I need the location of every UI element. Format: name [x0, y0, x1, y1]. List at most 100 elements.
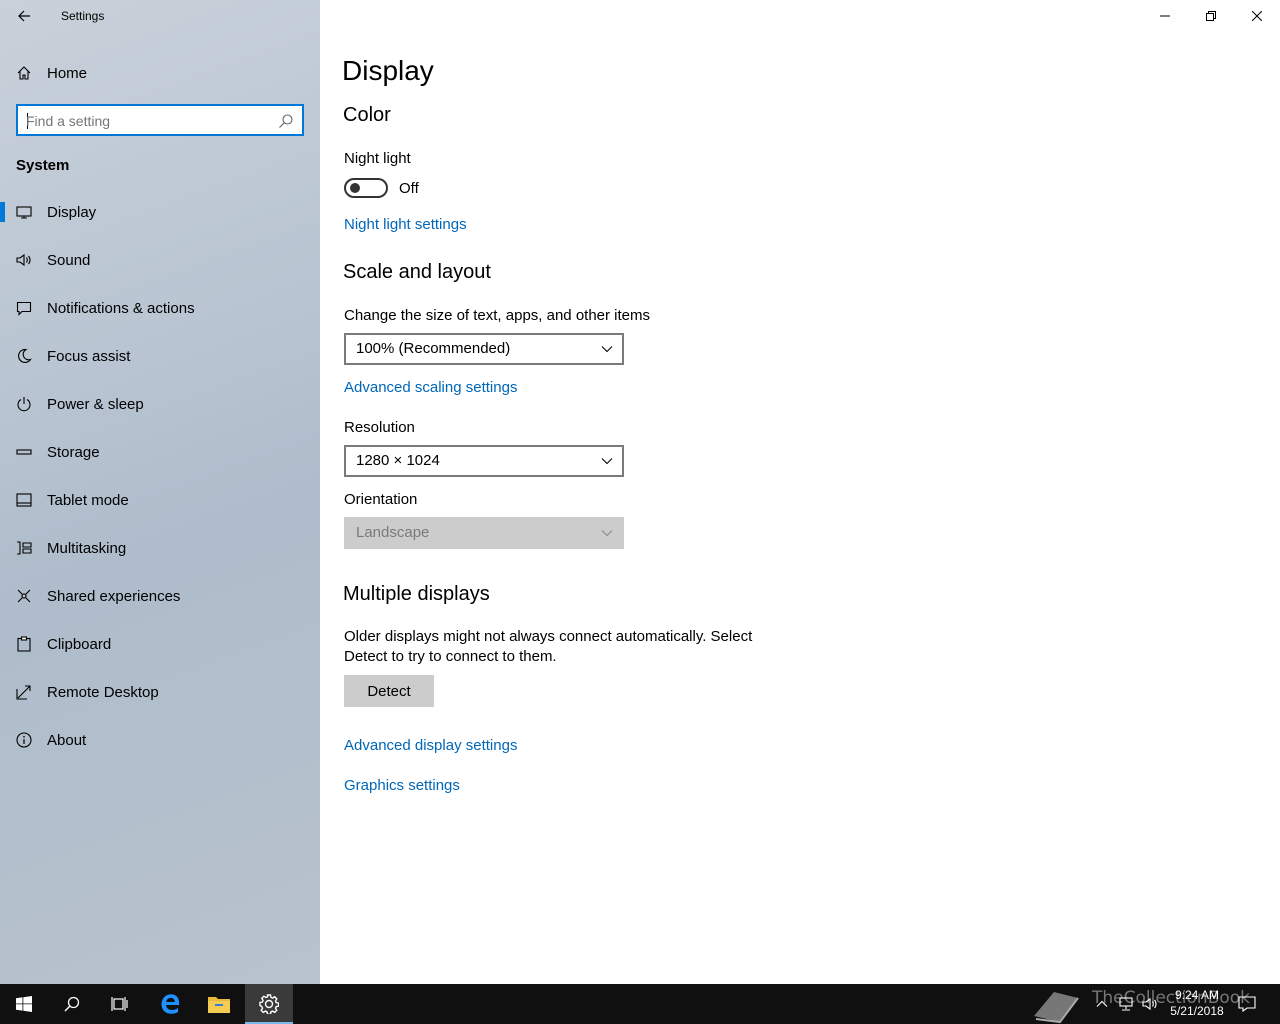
- resolution-label: Resolution: [344, 419, 415, 436]
- sidebar-item-sound[interactable]: Sound: [0, 236, 320, 284]
- sidebar-item-label: Display: [47, 203, 97, 221]
- action-center-icon: [1238, 996, 1256, 1013]
- book-watermark-icon: [1034, 992, 1079, 1024]
- sidebar-item-display[interactable]: Display: [0, 188, 320, 236]
- search-input[interactable]: [26, 111, 276, 131]
- sidebar-item-label: Power & sleep: [47, 395, 144, 413]
- orientation-dropdown: Landscape: [344, 517, 624, 549]
- moon-icon: [16, 348, 32, 364]
- volume-icon: [1142, 997, 1157, 1011]
- sidebar-item-label: Sound: [47, 251, 91, 269]
- clock-date: 5/21/2018: [1170, 1004, 1224, 1018]
- night-light-label: Night light: [344, 150, 411, 167]
- chevron-down-icon: [601, 346, 613, 353]
- sidebar-item-power-sleep[interactable]: Power & sleep: [0, 380, 320, 428]
- titlebar-left: Settings: [0, 0, 320, 32]
- page-title: Display: [342, 55, 434, 86]
- scale-value: 100% (Recommended): [356, 340, 511, 357]
- taskbar-search-button[interactable]: [48, 984, 96, 1024]
- section-heading-color: Color: [343, 104, 391, 126]
- sidebar-item-focus-assist[interactable]: Focus assist: [0, 332, 320, 380]
- sidebar-item-clipboard[interactable]: Clipboard: [0, 620, 320, 668]
- settings-app-button[interactable]: [245, 984, 293, 1024]
- home-icon: [16, 65, 32, 81]
- advanced-scaling-link[interactable]: Advanced scaling settings: [344, 379, 517, 396]
- file-explorer-button[interactable]: [195, 984, 243, 1024]
- clipboard-icon: [16, 636, 32, 652]
- toggle-knob: [350, 183, 360, 193]
- task-view-button[interactable]: [96, 984, 144, 1024]
- home-nav-item[interactable]: Home: [0, 56, 320, 90]
- sidebar-item-label: Remote Desktop: [47, 683, 159, 701]
- section-heading-system: System: [16, 157, 70, 174]
- sidebar-item-remote-desktop[interactable]: Remote Desktop: [0, 668, 320, 716]
- back-arrow-icon: [18, 10, 30, 22]
- resolution-dropdown[interactable]: 1280 × 1024: [344, 445, 624, 477]
- search-icon[interactable]: [278, 113, 294, 129]
- edge-icon: [161, 994, 180, 1014]
- sidebar-item-label: Focus assist: [47, 347, 131, 365]
- shared-experiences-icon: [16, 588, 32, 604]
- minimize-icon: [1160, 15, 1170, 17]
- edge-app-button[interactable]: [146, 984, 194, 1024]
- system-nav: Display Sound Notifications & actions Fo…: [0, 188, 320, 764]
- settings-gear-icon: [259, 994, 279, 1014]
- home-label: Home: [47, 64, 88, 82]
- scale-dropdown[interactable]: 100% (Recommended): [344, 333, 624, 365]
- minimize-button[interactable]: [1142, 0, 1188, 32]
- notifications-icon: [16, 300, 32, 316]
- sidebar-item-shared-experiences[interactable]: Shared experiences: [0, 572, 320, 620]
- sidebar-item-label: Storage: [47, 443, 100, 461]
- sidebar-item-tablet-mode[interactable]: Tablet mode: [0, 476, 320, 524]
- sidebar-item-label: Tablet mode: [47, 491, 129, 509]
- volume-button[interactable]: [1142, 996, 1158, 1012]
- display-icon: [16, 204, 32, 220]
- sidebar-item-multitasking[interactable]: Multitasking: [0, 524, 320, 572]
- network-button[interactable]: [1118, 996, 1134, 1012]
- orientation-value: Landscape: [356, 524, 430, 541]
- app-title: Settings: [61, 9, 105, 23]
- back-button[interactable]: [8, 2, 40, 30]
- search-icon: [64, 996, 80, 1012]
- storage-icon: [16, 444, 32, 460]
- sidebar-item-label: Shared experiences: [47, 587, 181, 605]
- resolution-value: 1280 × 1024: [356, 452, 440, 469]
- restore-icon: [1206, 11, 1216, 21]
- night-light-state: Off: [399, 180, 419, 197]
- night-light-toggle[interactable]: [344, 178, 388, 198]
- restore-button[interactable]: [1188, 0, 1234, 32]
- sidebar-item-label: Notifications & actions: [47, 299, 195, 317]
- sidebar: Settings Home System Display Sound Notif…: [0, 0, 320, 984]
- detect-button[interactable]: Detect: [344, 675, 434, 707]
- clock-time: 9:24 AM: [1174, 988, 1220, 1002]
- action-center-button[interactable]: [1238, 996, 1256, 1013]
- search-box[interactable]: [16, 104, 304, 136]
- chevron-up-icon: [1096, 1000, 1108, 1007]
- network-icon: [1119, 997, 1133, 1011]
- sidebar-item-storage[interactable]: Storage: [0, 428, 320, 476]
- section-heading-multiple-displays: Multiple displays: [343, 583, 490, 605]
- start-icon: [16, 996, 32, 1012]
- remote-desktop-icon: [16, 684, 32, 700]
- multiple-displays-description: Older displays might not always connect …: [344, 628, 753, 665]
- info-icon: [16, 732, 32, 748]
- sidebar-item-label: Multitasking: [47, 539, 127, 557]
- show-hidden-icons-button[interactable]: [1094, 996, 1110, 1012]
- text-size-label: Change the size of text, apps, and other…: [344, 307, 651, 324]
- taskbar-clock[interactable]: 9:24 AM 5/21/2018: [1162, 987, 1232, 1019]
- advanced-display-settings-link[interactable]: Advanced display settings: [344, 737, 517, 754]
- file-explorer-icon: [208, 997, 230, 1013]
- window-controls: [1142, 0, 1280, 32]
- orientation-label: Orientation: [344, 491, 418, 508]
- close-button[interactable]: [1234, 0, 1280, 32]
- chevron-down-icon: [601, 530, 613, 537]
- section-heading-scale-layout: Scale and layout: [343, 261, 491, 283]
- sidebar-item-notifications[interactable]: Notifications & actions: [0, 284, 320, 332]
- start-button[interactable]: [0, 984, 48, 1024]
- sidebar-item-label: Clipboard: [47, 635, 112, 653]
- night-light-settings-link[interactable]: Night light settings: [344, 216, 467, 233]
- graphics-settings-link[interactable]: Graphics settings: [344, 777, 460, 794]
- chevron-down-icon: [601, 458, 613, 465]
- sidebar-item-about[interactable]: About: [0, 716, 320, 764]
- task-view-icon: [111, 997, 128, 1011]
